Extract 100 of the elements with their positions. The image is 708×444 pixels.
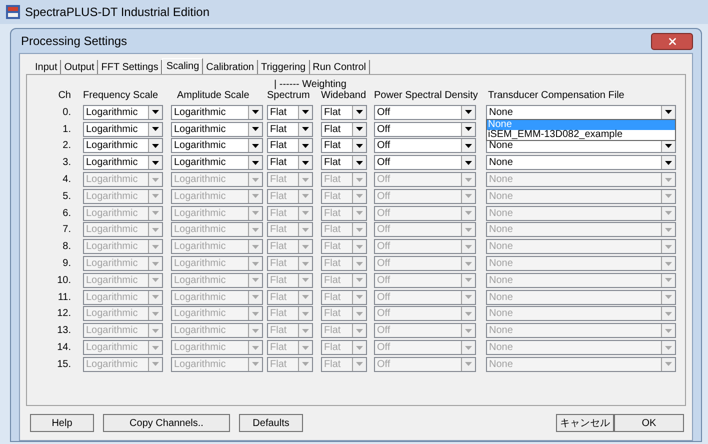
wideband-weighting-dropdown[interactable]: Flat [321, 122, 367, 137]
dropdown-arrow-button[interactable] [352, 122, 366, 136]
caret-icon [465, 178, 472, 182]
caret-icon [302, 228, 309, 232]
dropdown-arrow-button[interactable] [148, 106, 162, 119]
tab[interactable]: Scaling [162, 58, 204, 74]
transducer-file-dropdown[interactable]: None [486, 104, 676, 120]
dropdown-arrow-button[interactable] [248, 106, 262, 119]
caret-icon [252, 346, 259, 350]
dialog-button[interactable]: Defaults [239, 414, 303, 432]
dropdown-arrow-button[interactable] [298, 156, 312, 170]
dropdown-arrow-button[interactable] [352, 139, 366, 152]
frequency-scale-dropdown[interactable]: Logarithmic [83, 138, 163, 154]
caret-icon [302, 312, 309, 316]
dropdown-arrow-button[interactable] [661, 106, 675, 119]
caret-icon [302, 328, 309, 333]
psd-dropdown[interactable]: Off [374, 155, 476, 170]
caret-icon [302, 362, 309, 366]
dropdown-arrow-button[interactable] [298, 106, 312, 119]
amplitude-scale-dropdown[interactable]: Logarithmic [171, 155, 263, 170]
channel-number: 12. [56, 307, 71, 322]
dropdown-arrow-button[interactable] [352, 156, 366, 170]
channel-number: 11. [56, 290, 71, 305]
dropdown-option[interactable]: None [487, 120, 675, 130]
amplitude-scale-dropdown[interactable]: Logarithmic [171, 122, 263, 137]
column-heading: Spectrum [267, 90, 311, 103]
frequency-scale-dropdown[interactable]: Logarithmic [83, 155, 163, 170]
caret-icon [302, 110, 309, 114]
caret-icon [465, 346, 472, 350]
psd-dropdown[interactable]: Off [374, 104, 476, 120]
caret-icon [152, 328, 159, 333]
dropdown-arrow-button[interactable] [352, 106, 366, 119]
spectrum-weighting-dropdown[interactable]: Flat [267, 104, 313, 120]
amplitude-scale-dropdown[interactable]: Logarithmic [171, 104, 263, 120]
caret-icon [152, 228, 159, 232]
caret-icon [465, 160, 472, 165]
dropdown-arrow-button[interactable] [248, 139, 262, 152]
caret-icon [465, 244, 472, 249]
dialog-button[interactable]: キャンセル [556, 414, 614, 432]
wideband-weighting-dropdown[interactable]: Flat [321, 138, 367, 154]
caret-icon [252, 211, 259, 216]
dialog-button[interactable]: Copy Channels.. [103, 414, 230, 432]
caret-icon [302, 160, 309, 165]
caret-icon [665, 110, 672, 114]
dialog-button[interactable]: Help [30, 414, 94, 432]
dropdown-option[interactable]: iSEM_EMM-13D082_example [487, 130, 675, 140]
frequency-scale-dropdown[interactable]: Logarithmic [83, 122, 163, 137]
dropdown-arrow-button[interactable] [248, 156, 262, 170]
dropdown-arrow-button[interactable] [148, 139, 162, 152]
frequency-scale-dropdown[interactable]: Logarithmic [83, 104, 163, 120]
psd-dropdown[interactable]: Off [374, 138, 476, 154]
close-button[interactable] [651, 32, 693, 50]
wideband-weighting-dropdown[interactable]: Flat [321, 155, 367, 170]
caret-icon [665, 178, 672, 182]
dropdown-arrow-button[interactable] [461, 122, 475, 136]
caret-icon [252, 262, 259, 266]
spectrum-weighting-dropdown[interactable]: Flat [267, 155, 313, 170]
channel-number: 14. [56, 341, 71, 356]
caret-icon [152, 362, 159, 366]
column-heading: Frequency Scale [83, 89, 160, 103]
caret-icon [302, 144, 309, 148]
dropdown-arrow-button[interactable] [298, 139, 312, 152]
caret-icon [252, 228, 259, 232]
channel-number: 13. [56, 324, 71, 338]
transducer-file-dropdown[interactable]: None [486, 155, 676, 170]
caret-icon [152, 127, 159, 132]
caret-icon [152, 295, 159, 300]
caret-icon [356, 312, 363, 316]
dropdown-arrow-button[interactable] [461, 139, 475, 152]
caret-icon [252, 362, 259, 366]
dropdown-arrow-button[interactable] [298, 122, 312, 136]
dropdown-arrow-button[interactable] [661, 156, 675, 170]
caret-icon [152, 178, 159, 182]
dialog-button[interactable]: OK [614, 414, 684, 432]
spectrum-weighting-dropdown[interactable]: Flat [267, 122, 313, 137]
caret-icon [302, 194, 309, 198]
caret-icon [252, 110, 259, 114]
dropdown-arrow-button[interactable] [461, 106, 475, 119]
caret-icon [252, 295, 259, 300]
channel-number: 10. [56, 274, 71, 288]
dropdown-arrow-button[interactable] [148, 156, 162, 170]
dropdown-arrow-button[interactable] [248, 122, 262, 136]
dropdown-arrow-button[interactable] [148, 122, 162, 136]
caret-icon [302, 211, 309, 216]
caret-icon [152, 160, 159, 165]
psd-dropdown[interactable]: Off [374, 122, 476, 137]
column-heading: Power Spectral Density [374, 89, 479, 103]
dropdown-arrow-button[interactable] [461, 156, 475, 170]
spectrum-weighting-dropdown[interactable]: Flat [267, 138, 313, 154]
caret-icon [465, 194, 472, 198]
caret-icon [465, 127, 472, 132]
caret-icon [302, 178, 309, 182]
amplitude-scale-dropdown[interactable]: Logarithmic [171, 138, 263, 154]
caret-icon [665, 228, 672, 232]
caret-icon [152, 312, 159, 316]
caret-icon [665, 312, 672, 316]
close-icon [666, 36, 678, 46]
wideband-weighting-dropdown[interactable]: Flat [321, 104, 367, 120]
caret-icon [252, 127, 259, 132]
caret-icon [665, 211, 672, 216]
